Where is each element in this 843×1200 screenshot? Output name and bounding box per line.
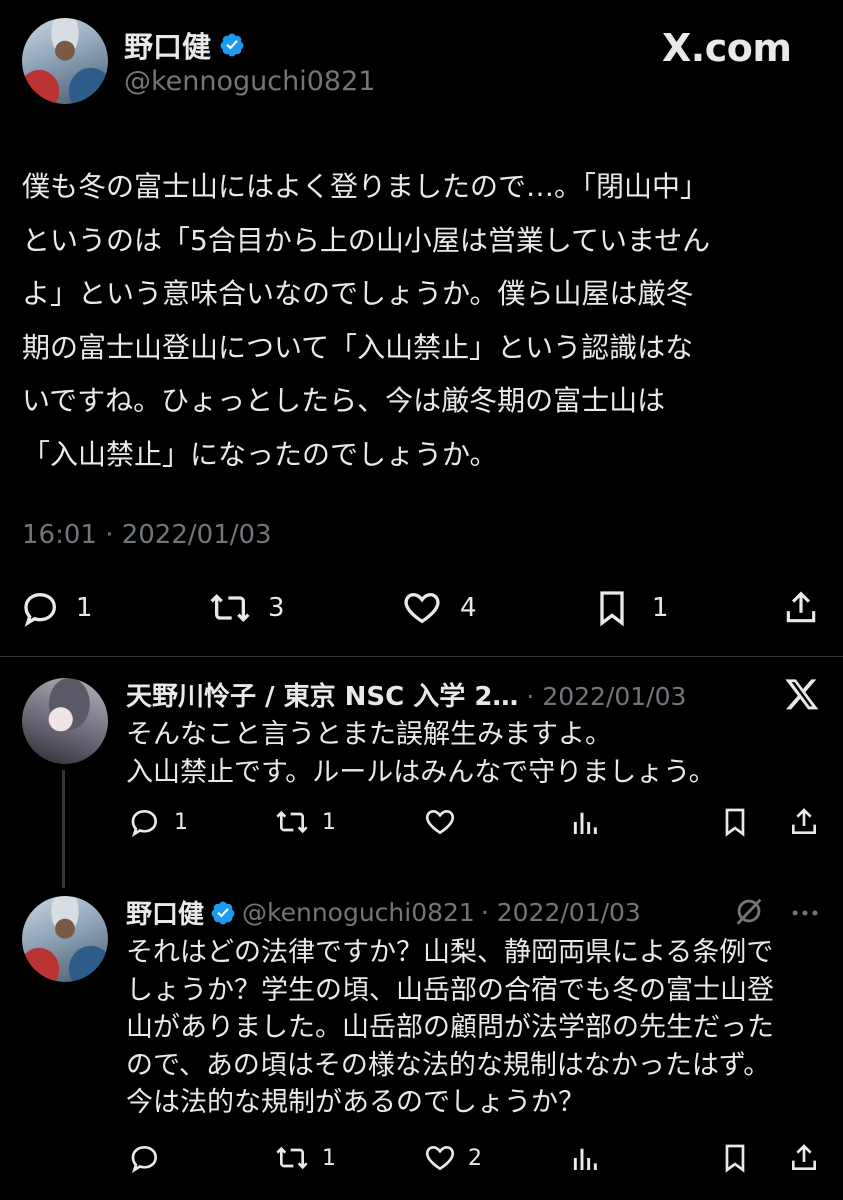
bookmark-icon <box>600 591 624 627</box>
bookmark-button[interactable] <box>720 806 750 838</box>
bookmark-button[interactable] <box>720 1142 750 1174</box>
author-display-name[interactable]: 野口健 <box>124 24 211 66</box>
reply-avatar[interactable] <box>22 896 108 982</box>
analytics-icon <box>573 812 597 834</box>
bookmark-count: 1 <box>652 593 669 623</box>
analytics-button[interactable] <box>570 1142 602 1174</box>
repost-icon <box>276 810 308 834</box>
repost-count: 1 <box>322 1145 336 1171</box>
bookmark-icon <box>725 808 745 837</box>
reply-body: そんなこと言うとまた誤解生みますよ。 入山禁止です。ルールはみんなで守りましょう… <box>126 719 716 788</box>
repost-icon <box>210 593 250 623</box>
bookmark-icon <box>725 1144 745 1173</box>
author-avatar[interactable] <box>22 18 108 104</box>
like-button[interactable]: 2 <box>422 1142 482 1174</box>
reply-button[interactable]: 1 <box>128 806 188 838</box>
share-icon <box>792 808 816 834</box>
author-handle[interactable]: @kennoguchi0821 <box>124 66 375 97</box>
verified-badge-icon <box>220 33 244 57</box>
share-icon <box>792 1144 816 1170</box>
grok-icon[interactable] <box>732 894 766 932</box>
verified-badge-icon <box>211 901 235 924</box>
analytics-button[interactable] <box>570 806 602 838</box>
like-button[interactable]: 4 <box>400 588 477 628</box>
heart-icon <box>425 1145 455 1171</box>
reply-header: 天野川怜子 / 東京 NSC 入学 2… · 2022/01/03 <box>126 676 686 713</box>
share-button[interactable] <box>782 588 820 628</box>
x-com-label: X.com <box>662 26 792 70</box>
reply-button[interactable]: 1 <box>20 588 93 628</box>
share-button[interactable] <box>788 806 820 838</box>
heart-icon <box>404 592 440 624</box>
reply-count: 1 <box>174 809 188 835</box>
reply-date[interactable]: · 2022/01/03 <box>481 898 641 927</box>
bookmark-button[interactable]: 1 <box>594 588 669 628</box>
repost-count: 1 <box>322 809 336 835</box>
share-button[interactable] <box>788 1142 820 1174</box>
repost-button[interactable]: 1 <box>272 1142 336 1174</box>
reply-icon <box>131 809 158 838</box>
post-timestamp[interactable]: 16:01 · 2022/01/03 <box>22 520 272 550</box>
like-count: 4 <box>460 593 477 623</box>
repost-button[interactable]: 1 <box>272 806 336 838</box>
more-options-icon[interactable] <box>788 896 822 934</box>
post-body: 僕も冬の富士山にはよく登りましたので…。「閉山中」 というのは「5合目から上の山… <box>22 170 711 471</box>
share-icon <box>786 591 816 623</box>
repost-count: 3 <box>268 593 285 623</box>
reply-icon <box>131 1145 158 1174</box>
reply-header: 野口健 @kennoguchi0821 · 2022/01/03 <box>126 894 641 931</box>
reply-avatar[interactable] <box>22 678 108 764</box>
reply-count: 1 <box>76 593 93 623</box>
x-logo-icon <box>784 676 820 716</box>
author-name-row: 野口健 <box>124 24 245 66</box>
like-button[interactable] <box>422 806 458 838</box>
repost-button[interactable]: 3 <box>206 588 285 628</box>
heart-icon <box>425 809 455 835</box>
reply-display-name[interactable]: 野口健 <box>126 894 204 931</box>
reply-button[interactable] <box>128 1142 162 1174</box>
reply-display-name[interactable]: 天野川怜子 / 東京 NSC 入学 2… <box>126 676 518 713</box>
reply-handle[interactable]: @kennoguchi0821 <box>242 898 475 927</box>
x-com-logo: X.com <box>662 26 792 70</box>
reply-date[interactable]: · 2022/01/03 <box>526 682 686 711</box>
thread-line <box>62 770 65 888</box>
reply-body: それはどの法律ですか？山梨、静岡両県による条例で しょうか？学生の頃、山岳部の合… <box>126 937 774 1118</box>
analytics-icon <box>573 1148 597 1170</box>
reply-icon <box>24 592 57 627</box>
divider <box>0 656 843 657</box>
like-count: 2 <box>468 1145 482 1171</box>
repost-icon <box>276 1146 308 1170</box>
